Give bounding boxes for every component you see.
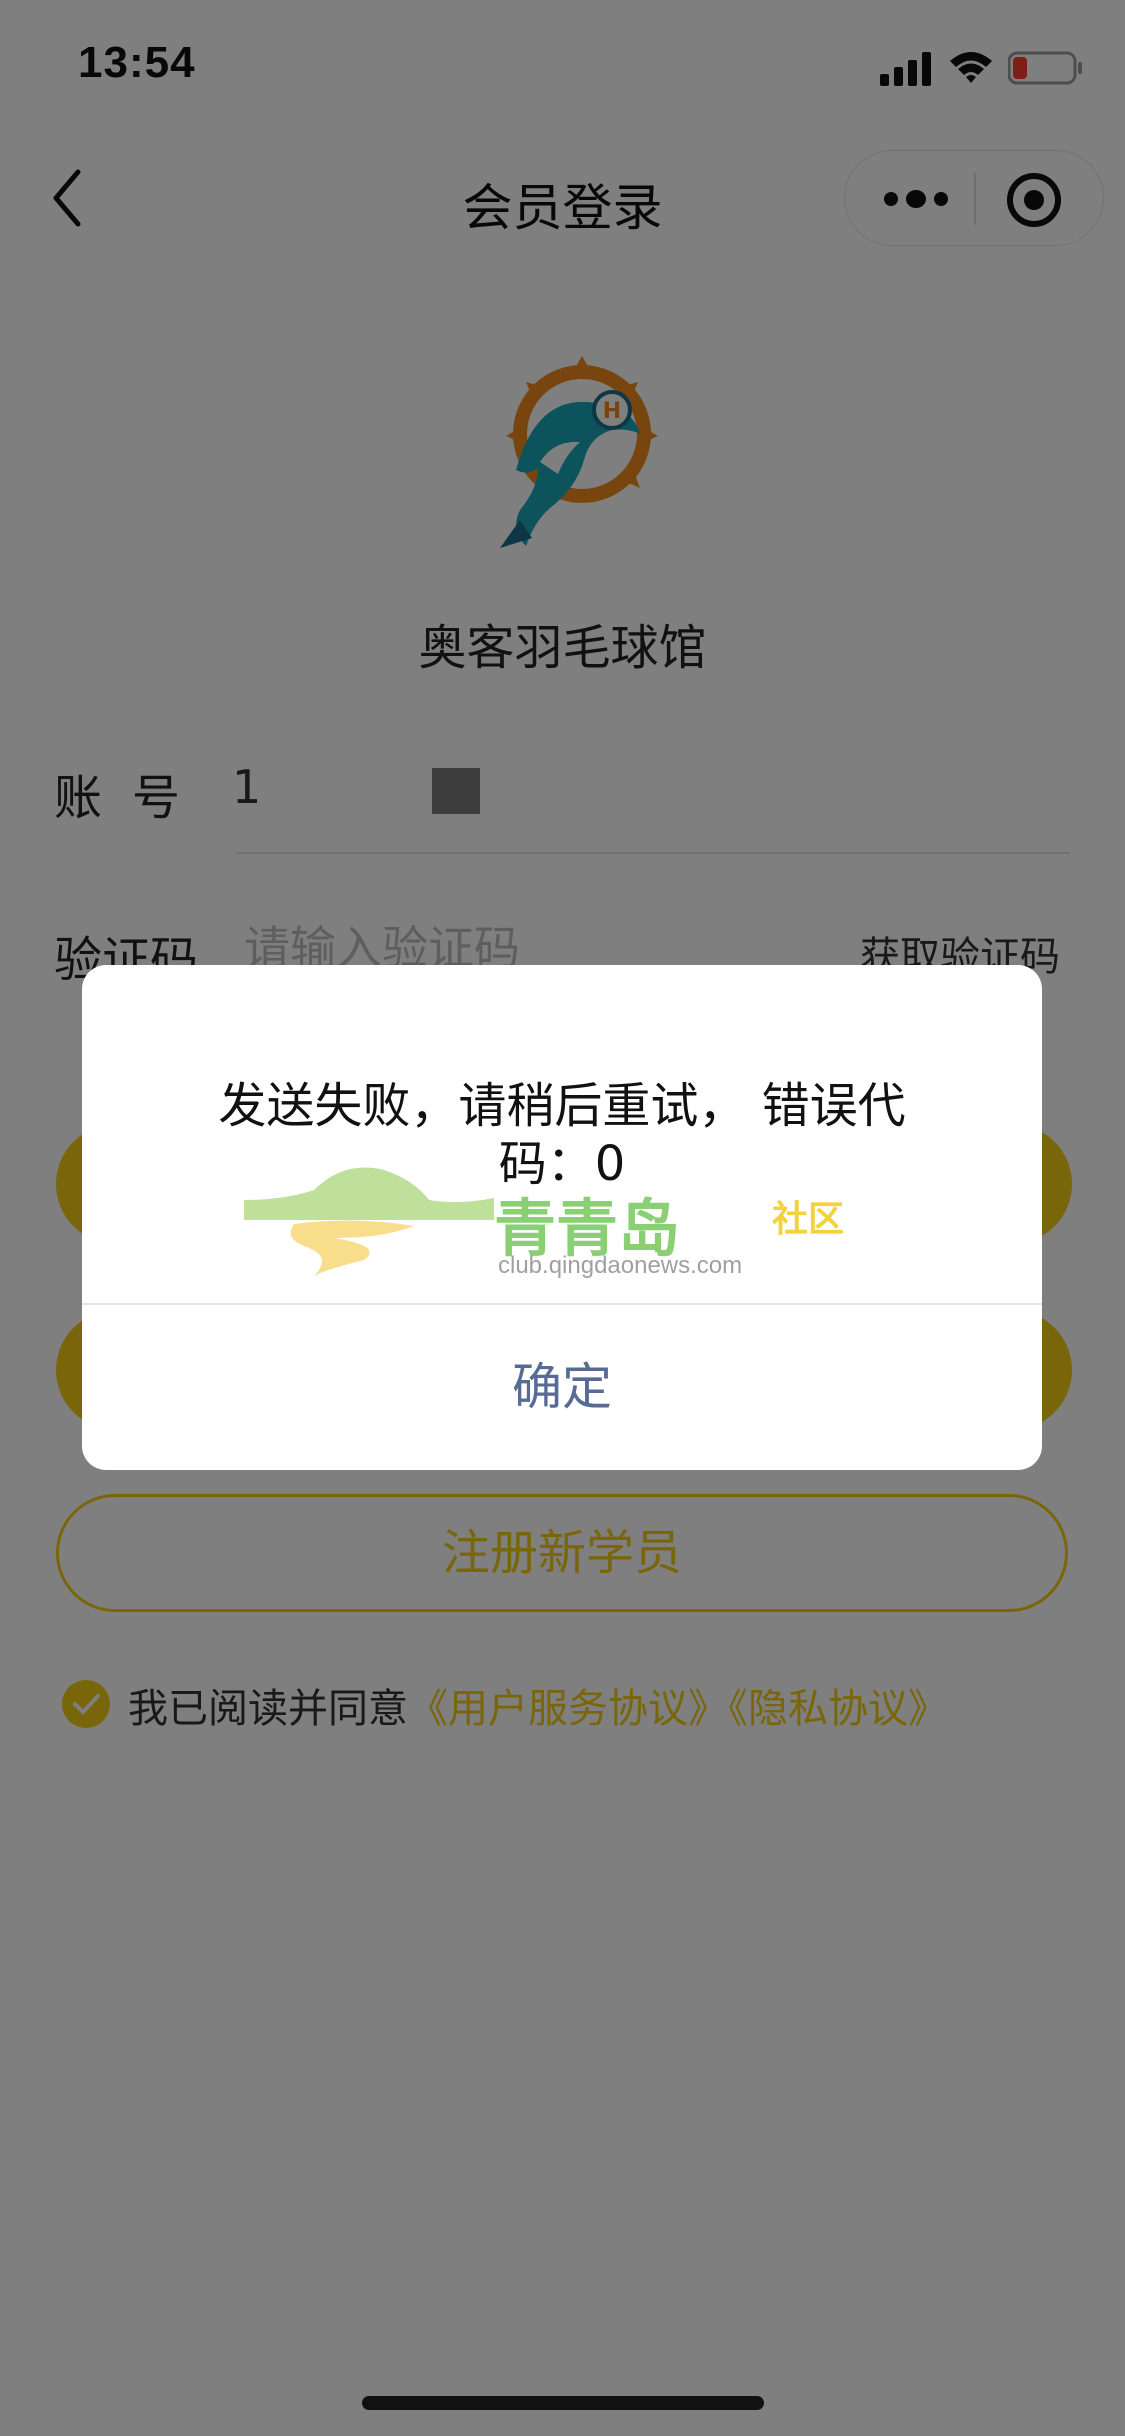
watermark-tag: 社区 (772, 1199, 845, 1240)
watermark-hill-icon (244, 1167, 494, 1276)
home-indicator[interactable] (362, 2396, 764, 2410)
confirm-button[interactable]: 确定 (82, 1305, 1042, 1470)
watermark-url: club.qingdaonews.com (498, 1252, 743, 1279)
watermark: 青青岛 社区 club.qingdaonews.com (244, 1160, 864, 1280)
